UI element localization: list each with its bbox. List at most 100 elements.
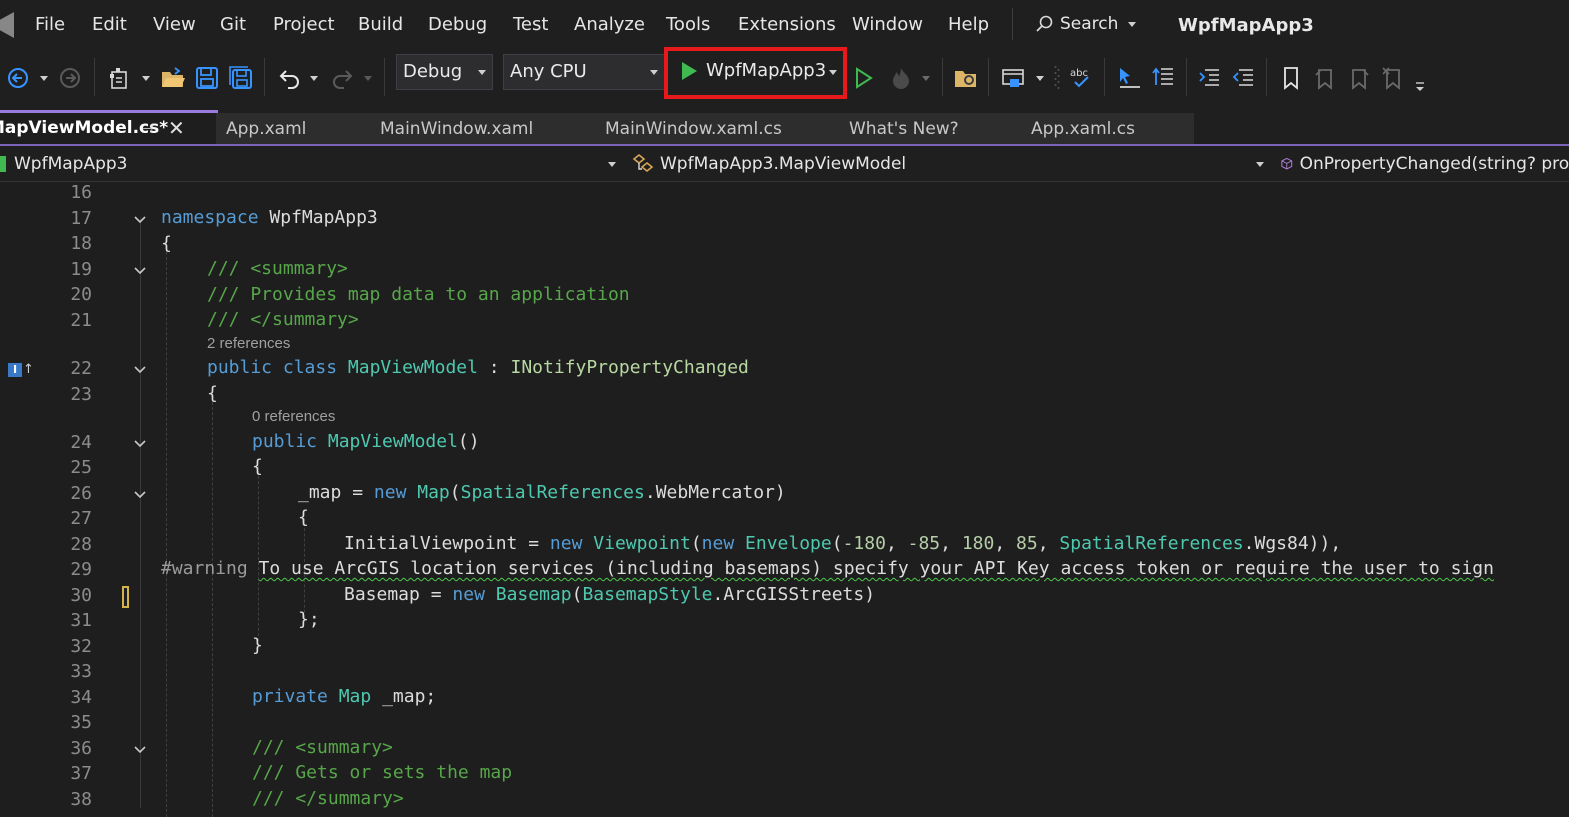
spell-check-button[interactable]: abc: [1068, 63, 1096, 93]
overflow-chevron-icon: [1416, 82, 1424, 91]
punctuation: (: [449, 482, 461, 503]
step-into-button[interactable]: [1114, 63, 1144, 93]
toolbar-grip[interactable]: [1052, 63, 1062, 93]
menu-edit[interactable]: Edit: [92, 14, 127, 35]
keyword: new: [701, 533, 735, 554]
toolbar-overflow-button[interactable]: [1412, 72, 1428, 102]
keyword: new: [452, 584, 485, 605]
previous-bookmark-button[interactable]: [1312, 63, 1338, 93]
collapse-chevron-icon[interactable]: [133, 745, 147, 755]
member-dropdown[interactable]: OnPropertyChanged(string? prop: [1280, 150, 1569, 178]
punctuation: (: [831, 533, 843, 554]
codelens-references[interactable]: 0 references: [252, 408, 335, 425]
implements-interface-glyph[interactable]: I ↑: [8, 362, 34, 377]
keyword: new: [549, 533, 583, 554]
tab-label: MainWindow.xaml.cs: [605, 119, 782, 139]
menu-window[interactable]: Window: [852, 14, 923, 35]
line-number: 22: [70, 358, 92, 379]
hot-reload-dropdown[interactable]: [920, 63, 932, 93]
hot-reload-button[interactable]: [888, 63, 914, 93]
uncomment-lines-button[interactable]: [1230, 63, 1258, 93]
toggle-bookmark-button[interactable]: [1278, 63, 1304, 93]
search-button[interactable]: Search: [1034, 10, 1137, 38]
codelens-references[interactable]: 2 references: [207, 335, 290, 352]
menu-view[interactable]: View: [153, 14, 196, 35]
save-all-button[interactable]: [228, 63, 254, 93]
tab-mainwindow-xaml[interactable]: MainWindow.xaml: [370, 113, 595, 146]
menu-git[interactable]: Git: [220, 14, 246, 35]
menu-extensions[interactable]: Extensions: [738, 14, 836, 35]
next-bookmark-button[interactable]: [1346, 63, 1372, 93]
outlining-line: [140, 218, 141, 808]
code-line-31: };: [298, 609, 320, 630]
type-dropdown[interactable]: WpfMapApp3.MapViewModel: [630, 150, 1270, 178]
punctuation: (: [690, 533, 702, 554]
undo-dropdown[interactable]: [308, 63, 320, 93]
comment-lines-button[interactable]: [1196, 63, 1224, 93]
collapse-chevron-icon[interactable]: [133, 266, 147, 276]
solution-platform-dropdown[interactable]: Any CPU: [503, 54, 665, 90]
brace: {: [252, 456, 263, 477]
preprocessor-directive: #warning: [161, 558, 248, 579]
menu-analyze[interactable]: Analyze: [574, 14, 645, 35]
pin-icon[interactable]: ⊣: [142, 122, 153, 137]
punctuation: ): [864, 584, 876, 605]
identifier: ArcGISStreets: [723, 584, 865, 605]
project-dropdown[interactable]: WpfMapApp3: [0, 150, 622, 178]
tab-app-xaml-cs[interactable]: App.xaml.cs: [1021, 113, 1194, 146]
redo-dropdown[interactable]: [362, 63, 374, 93]
navigate-back-button[interactable]: [6, 63, 30, 93]
undo-button[interactable]: [274, 63, 302, 93]
tab-mainwindow-xaml-cs[interactable]: MainWindow.xaml.cs: [595, 113, 839, 146]
toolbar-divider: [1104, 58, 1105, 96]
browse-button[interactable]: [998, 63, 1028, 93]
menu-file[interactable]: File: [35, 14, 65, 35]
solution-explorer-button[interactable]: [952, 63, 980, 93]
menu-debug[interactable]: Debug: [428, 14, 487, 35]
close-icon[interactable]: ✕: [168, 116, 185, 140]
menu-help[interactable]: Help: [948, 14, 989, 35]
brace: {: [298, 507, 309, 528]
save-button[interactable]: [194, 63, 220, 93]
new-project-dropdown[interactable]: [140, 63, 152, 93]
visual-studio-logo-icon[interactable]: [0, 12, 14, 38]
browse-dropdown[interactable]: [1034, 63, 1046, 93]
start-debugging-button[interactable]: WpfMapApp3: [664, 47, 847, 99]
outline-button[interactable]: [1150, 63, 1178, 93]
tab-label: MainWindow.xaml: [380, 119, 534, 139]
open-folder-icon: [162, 67, 185, 87]
collapse-chevron-icon[interactable]: [133, 490, 147, 500]
warning-text[interactable]: To use ArcGIS location services (includi…: [259, 558, 1494, 579]
code-line-34: private Map _map;: [252, 686, 436, 707]
standard-toolbar: Debug Any CPU WpfMapApp3 abc: [0, 47, 1569, 108]
brace: {: [161, 233, 172, 254]
redo-button[interactable]: [330, 63, 358, 93]
menu-project[interactable]: Project: [273, 14, 335, 35]
clear-bookmarks-button[interactable]: [1380, 63, 1406, 93]
code-editor[interactable]: 16 17 18 19 20 21 22 23 24 25 26 27 28 2…: [0, 182, 1569, 817]
tab-app-xaml[interactable]: App.xaml: [216, 113, 370, 146]
punctuation: (: [571, 584, 583, 605]
menu-test[interactable]: Test: [513, 14, 548, 35]
start-without-debugging-button[interactable]: [852, 63, 876, 93]
line-number: 24: [70, 432, 92, 453]
open-file-button[interactable]: [160, 63, 186, 93]
collapse-chevron-icon[interactable]: [133, 365, 147, 375]
menu-tools[interactable]: Tools: [666, 14, 710, 35]
new-project-button[interactable]: [106, 63, 134, 93]
navigate-forward-button[interactable]: [58, 63, 82, 93]
back-arrow-icon: [8, 68, 28, 88]
menu-build[interactable]: Build: [358, 14, 403, 35]
tab-mapviewmodel-cs[interactable]: MapViewModel.cs* ⊣ ✕: [0, 110, 218, 146]
type-name: SpatialReferences: [460, 482, 645, 503]
collapse-chevron-icon[interactable]: [133, 439, 147, 449]
unsaved-change-marker: [122, 586, 129, 608]
navigate-back-dropdown[interactable]: [38, 63, 50, 93]
code-line-24: public MapViewModel(): [252, 431, 480, 452]
code-line-21: /// </summary>: [207, 309, 359, 330]
tab-whats-new[interactable]: What's New?: [839, 113, 1021, 146]
solution-configuration-dropdown[interactable]: Debug: [396, 54, 493, 90]
toolbar-divider: [384, 58, 385, 96]
keyword: private: [252, 686, 328, 707]
collapse-chevron-icon[interactable]: [133, 215, 147, 225]
